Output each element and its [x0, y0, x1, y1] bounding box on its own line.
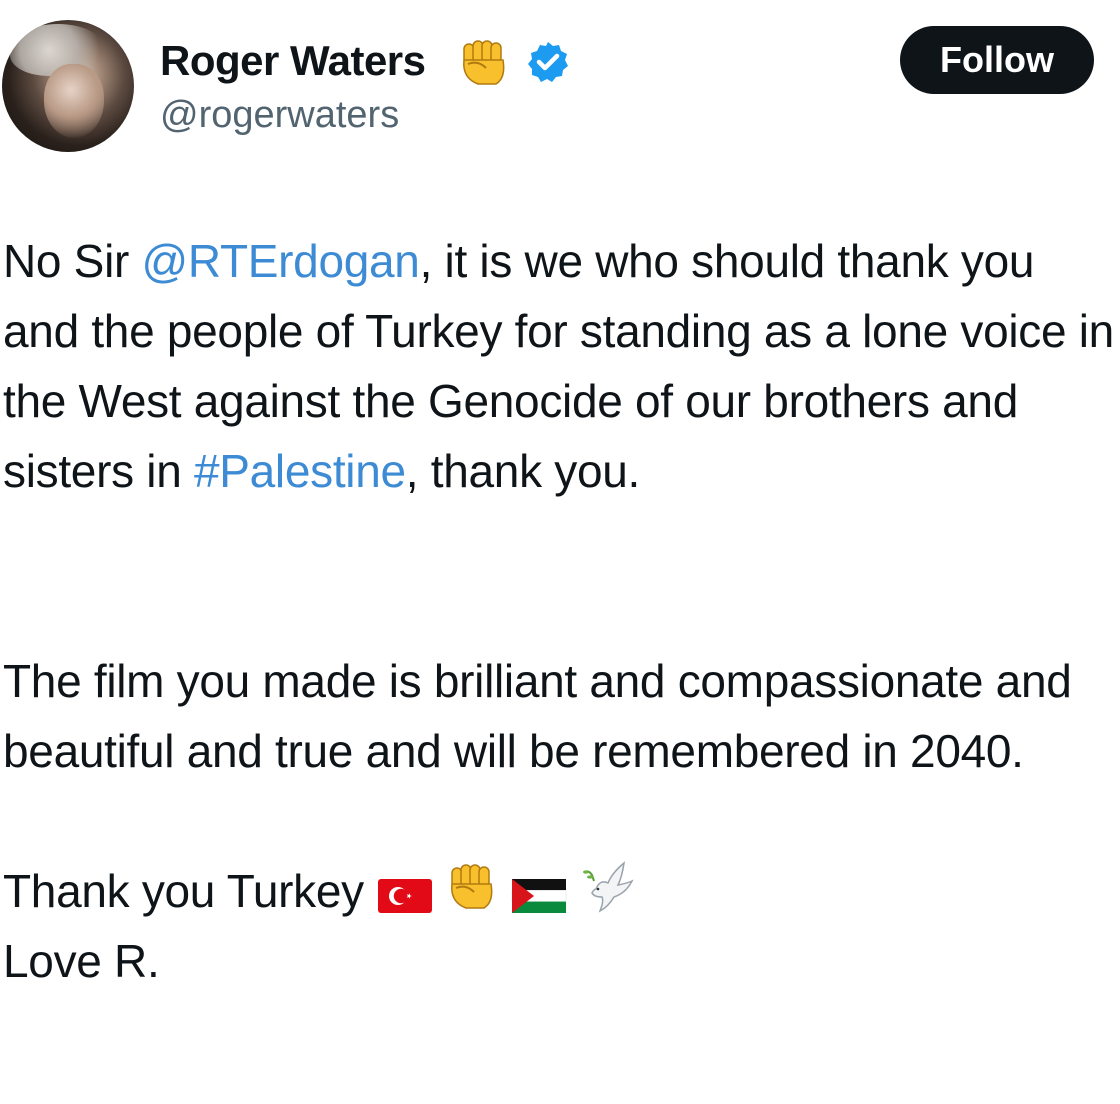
- raised-fist-icon: [451, 864, 493, 909]
- raised-fist-icon: [463, 40, 505, 85]
- palestine-flag-icon: [512, 879, 567, 913]
- tweet-header: Roger Waters @rogerwaters Follow: [0, 0, 1120, 170]
- tweet-paragraph-1: No Sir @RTErdogan, it is we who should t…: [3, 226, 1117, 576]
- tweet-paragraph-2: The film you made is brilliant and compa…: [3, 655, 1072, 777]
- mention-link[interactable]: @RTErdogan: [141, 235, 419, 287]
- avatar-face: [44, 64, 104, 138]
- follow-button[interactable]: Follow: [900, 26, 1094, 94]
- signature-line: Love R.: [3, 935, 160, 987]
- turkey-flag-icon: [378, 879, 433, 913]
- paragraph-text: No Sir: [3, 235, 142, 287]
- thank-you-line: Thank you Turkey: [3, 865, 364, 917]
- dove-icon: [583, 861, 634, 913]
- tweet-text: No Sir @RTErdogan, it is we who should t…: [3, 226, 1117, 996]
- avatar[interactable]: [2, 20, 134, 152]
- paragraph-text: , thank you.: [405, 445, 641, 497]
- tweet-paragraph-3: Thank you Turkey Love R.: [3, 856, 1117, 996]
- author-handle[interactable]: @rogerwaters: [160, 92, 399, 138]
- hashtag-link[interactable]: #Palestine: [194, 445, 406, 497]
- author-display-name[interactable]: Roger Waters: [160, 36, 426, 86]
- verified-badge-icon: [528, 42, 568, 82]
